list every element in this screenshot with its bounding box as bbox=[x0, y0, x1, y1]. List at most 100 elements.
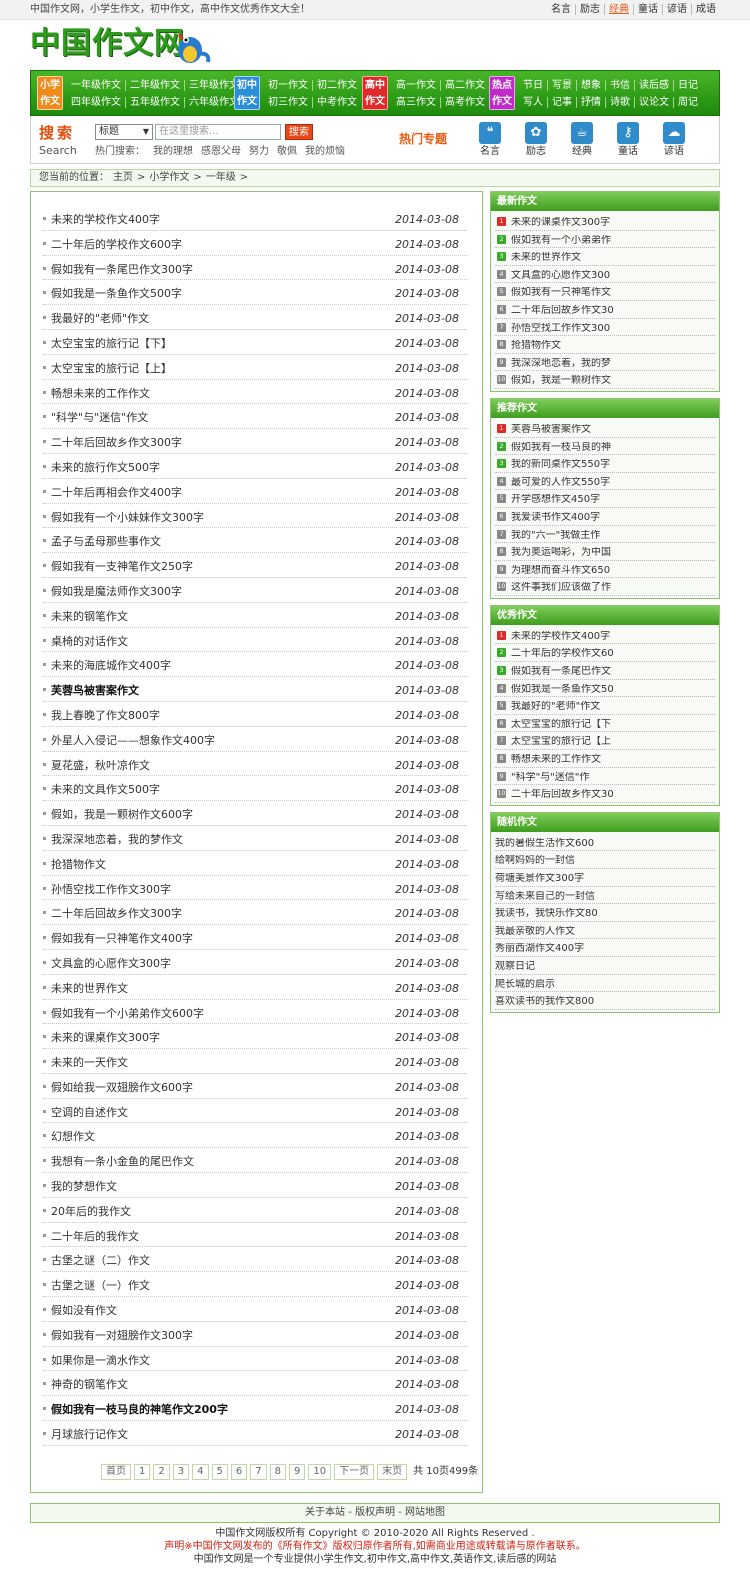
article-title-link[interactable]: 假如我有一个小妹妹作文300字 bbox=[51, 511, 204, 524]
top-link[interactable]: 励志 bbox=[575, 4, 604, 15]
article-title-link[interactable]: 假如给我一双翅膀作文600字 bbox=[51, 1081, 193, 1094]
footer-links[interactable]: 关于本站 - 版权声明 - 网站地图 bbox=[30, 1503, 720, 1523]
sidebar-list-item[interactable]: 喜欢读书的我作文800 bbox=[495, 992, 715, 1010]
sidebar-article-link[interactable]: 二十年后的学校作文60 bbox=[511, 648, 711, 660]
article-title-link[interactable]: 空调的自述作文 bbox=[51, 1106, 128, 1119]
sidebar-list-item[interactable]: 2 假如我有一枝马良的神 bbox=[495, 438, 715, 456]
page-link[interactable]: 下一页 bbox=[334, 1464, 375, 1480]
article-title-link[interactable]: 未来的世界作文 bbox=[51, 982, 128, 995]
page-link[interactable]: 8 bbox=[269, 1464, 286, 1480]
sidebar-list-item[interactable]: 2 二十年后的学校作文60 bbox=[495, 644, 715, 663]
top-link[interactable]: 名言 bbox=[547, 4, 575, 15]
page-link[interactable]: 末页 bbox=[377, 1464, 408, 1480]
search-input[interactable]: 在这里搜索... bbox=[155, 124, 281, 140]
page-link[interactable]: 1 bbox=[134, 1464, 151, 1480]
article-title-link[interactable]: 假如我是一条鱼作文500字 bbox=[51, 287, 182, 300]
sidebar-list-item[interactable]: 7 我的"六一"我做主作 bbox=[495, 526, 715, 544]
nav-link[interactable]: 周记 bbox=[673, 97, 702, 108]
article-title-link[interactable]: 外星人入侵记——想象作文400字 bbox=[51, 734, 215, 747]
article-title-link[interactable]: 未来的课桌作文300字 bbox=[51, 1031, 160, 1044]
search-field-select[interactable]: 标题 ▼ bbox=[95, 124, 153, 140]
nav-link[interactable]: 高三作文 bbox=[392, 97, 440, 108]
article-title-link[interactable]: 未来的一天作文 bbox=[51, 1056, 128, 1069]
sidebar-article-link[interactable]: 我的新同桌作文550字 bbox=[511, 459, 711, 471]
sidebar-article-link[interactable]: 未来的世界作文 bbox=[511, 252, 711, 264]
breadcrumb-item[interactable]: 一年级 bbox=[206, 172, 236, 183]
sidebar-list-item[interactable]: 5 假如我有一只神笔作文 bbox=[495, 283, 715, 301]
article-title-link[interactable]: 二十年后的我作文 bbox=[51, 1230, 139, 1243]
article-title-link[interactable]: 假如我有一对翅膀作文300字 bbox=[51, 1329, 193, 1342]
article-title-link[interactable]: 未来的文具作文500字 bbox=[51, 783, 160, 796]
sidebar-article-link[interactable]: 最可爱的人作文550字 bbox=[511, 477, 711, 489]
sidebar-article-link[interactable]: 芙蓉鸟被害案作文 bbox=[511, 424, 711, 436]
sidebar-article-link[interactable]: 二十年后回故乡作文30 bbox=[511, 789, 711, 801]
article-title-link[interactable]: 未来的学校作文400字 bbox=[51, 213, 160, 226]
sidebar-article-link[interactable]: 畅想未来的工作作文 bbox=[511, 754, 711, 766]
nav-category-badge[interactable]: 热点 作文 bbox=[489, 76, 515, 110]
nav-link[interactable]: 写人 bbox=[519, 97, 547, 108]
article-title-link[interactable]: "科学"与"迷信"作文 bbox=[51, 411, 148, 424]
article-title-link[interactable]: 二十年后再相会作文400字 bbox=[51, 486, 182, 499]
nav-link[interactable]: 初一作文 bbox=[264, 80, 312, 91]
article-title-link[interactable]: 古堡之谜（二）作文 bbox=[51, 1254, 150, 1267]
sidebar-list-item[interactable]: 我的暑假生活作文600 bbox=[495, 834, 715, 852]
sidebar-list-item[interactable]: 7 孙悟空找工作作文300 bbox=[495, 319, 715, 337]
sidebar-list-item[interactable]: 9 "科学"与"迷信"作 bbox=[495, 768, 715, 786]
article-title-link[interactable]: 文具盒的心愿作文300字 bbox=[51, 957, 171, 970]
sidebar-list-item[interactable]: 10 假如，我是一颗树作文 bbox=[495, 371, 715, 389]
sidebar-list-item[interactable]: 7 太空宝宝的旅行记【上 bbox=[495, 732, 715, 751]
sidebar-list-item[interactable]: 1 未来的学校作文400字 bbox=[495, 627, 715, 645]
sidebar-article-link[interactable]: 荷塘美景作文300字 bbox=[495, 873, 695, 885]
page-link[interactable]: 5 bbox=[211, 1464, 228, 1480]
sidebar-article-link[interactable]: 假如我是一条鱼作文50 bbox=[511, 684, 711, 696]
breadcrumb-item[interactable]: 小学作文 bbox=[149, 172, 189, 183]
nav-link[interactable]: 日记 bbox=[673, 80, 702, 91]
hot-search-link[interactable]: 我的理想 bbox=[153, 146, 193, 158]
hot-search-link[interactable]: 努力 bbox=[249, 146, 269, 158]
article-title-link[interactable]: 我最好的"老师"作文 bbox=[51, 312, 149, 325]
page-link[interactable]: 首页 bbox=[101, 1464, 131, 1480]
nav-link[interactable]: 记事 bbox=[547, 97, 576, 108]
sidebar-article-link[interactable]: 这件事我们应该做了作 bbox=[511, 582, 711, 594]
sidebar-list-item[interactable]: 3 未来的世界作文 bbox=[495, 248, 715, 266]
hot-search-link[interactable]: 感恩父母 bbox=[201, 146, 241, 158]
nav-link[interactable]: 初二作文 bbox=[312, 80, 361, 91]
article-title-link[interactable]: 20年后的我作文 bbox=[51, 1205, 131, 1218]
sidebar-article-link[interactable]: 假如我有一条尾巴作文 bbox=[511, 666, 711, 678]
sidebar-article-link[interactable]: 我读书，我快乐作文80 bbox=[495, 908, 695, 920]
article-title-link[interactable]: 二十年后回故乡作文300字 bbox=[51, 436, 182, 449]
page-link[interactable]: 6 bbox=[230, 1464, 248, 1480]
sidebar-article-link[interactable]: 抢猎物作文 bbox=[511, 340, 711, 352]
article-title-link[interactable]: 夏花盛，秋叶凉作文 bbox=[51, 759, 150, 772]
sidebar-list-item[interactable]: 1 未来的课桌作文300字 bbox=[495, 213, 715, 231]
hot-search-link[interactable]: 敬佩 bbox=[277, 146, 297, 158]
sidebar-list-item[interactable]: 观察日记 bbox=[495, 957, 715, 975]
nav-link[interactable]: 抒情 bbox=[576, 97, 605, 108]
site-logo[interactable]: 中国作文网 bbox=[30, 20, 720, 70]
sidebar-article-link[interactable]: 文具盒的心愿作文300 bbox=[511, 270, 711, 282]
topic-谚语[interactable]: ☁ 谚语 bbox=[651, 122, 697, 158]
sidebar-article-link[interactable]: 我的"六一"我做主作 bbox=[511, 530, 711, 542]
nav-link[interactable]: 读后感 bbox=[634, 80, 673, 91]
top-link[interactable]: 童话 bbox=[633, 4, 662, 15]
sidebar-list-item[interactable]: 4 最可爱的人作文550字 bbox=[495, 473, 715, 491]
sidebar-article-link[interactable]: 假如我有一只神笔作文 bbox=[511, 287, 711, 299]
article-title-link[interactable]: 我想有一条小金鱼的尾巴作文 bbox=[51, 1155, 194, 1168]
article-title-link[interactable]: 孟子与孟母那些事作文 bbox=[51, 535, 161, 548]
article-title-link[interactable]: 未来的旅行作文500字 bbox=[51, 461, 160, 474]
article-title-link[interactable]: 假如我有一条尾巴作文300字 bbox=[51, 263, 193, 276]
article-title-link[interactable]: 假如我有一支神笔作文250字 bbox=[51, 560, 193, 573]
page-link[interactable]: 4 bbox=[192, 1464, 209, 1480]
top-link[interactable]: 成语 bbox=[691, 4, 720, 15]
sidebar-list-item[interactable]: 8 我为奥运喝彩，为中国 bbox=[495, 543, 715, 561]
article-title-link[interactable]: 假如我是魔法师作文300字 bbox=[51, 585, 182, 598]
sidebar-list-item[interactable]: 4 文具盒的心愿作文300 bbox=[495, 266, 715, 284]
topic-名言[interactable]: ❝ 名言 bbox=[467, 122, 513, 158]
article-title-link[interactable]: 桌椅的对话作文 bbox=[51, 635, 128, 648]
sidebar-article-link[interactable]: 未来的学校作文400字 bbox=[511, 631, 711, 643]
sidebar-list-item[interactable]: 4 假如我是一条鱼作文50 bbox=[495, 680, 715, 698]
breadcrumb-item[interactable]: 主页 bbox=[113, 172, 133, 183]
sidebar-list-item[interactable]: 6 太空宝宝的旅行记【下 bbox=[495, 715, 715, 733]
nav-category-badge[interactable]: 初中 作文 bbox=[234, 76, 260, 110]
article-title-link[interactable]: 二十年后的学校作文600字 bbox=[51, 238, 182, 251]
